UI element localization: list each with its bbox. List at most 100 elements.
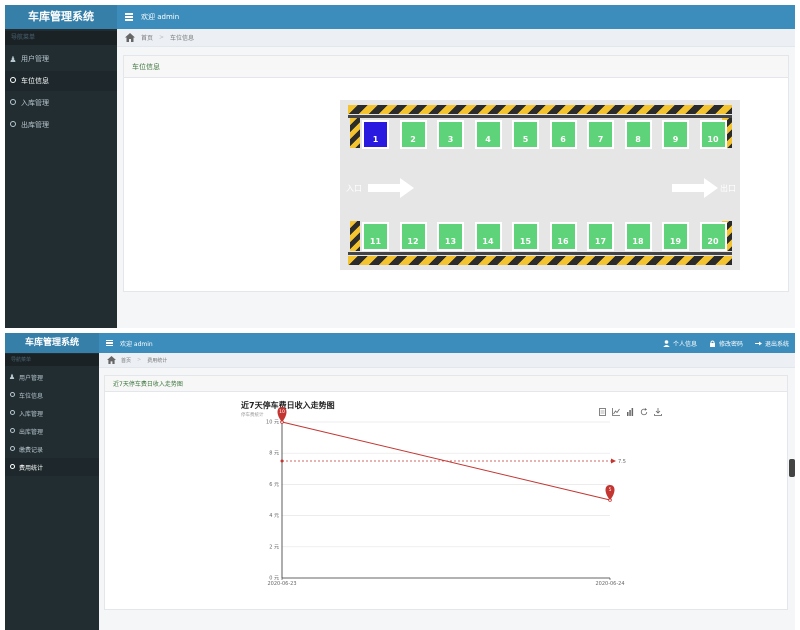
- welcome-text: 欢迎 admin: [120, 340, 153, 348]
- parking-slot[interactable]: 2: [399, 120, 427, 149]
- parking-slot[interactable]: 9: [662, 120, 689, 149]
- parking-slot[interactable]: 16: [549, 222, 577, 251]
- data-view-icon[interactable]: [599, 401, 606, 420]
- nav-header: 导航菜单: [5, 354, 99, 366]
- parking-slot[interactable]: 17: [587, 222, 614, 251]
- sidebar-item-users[interactable]: ♟ 用户管理: [5, 368, 99, 386]
- profile-link[interactable]: 个人信息: [663, 339, 697, 348]
- hazard-stripe-bottom: [348, 256, 732, 265]
- screenshot-parking-info: 车库管理系统 导航菜单 ♟ 用户管理 车位信息 入库管理 出库管理 欢迎 adm…: [5, 5, 795, 328]
- hazard-post: [350, 118, 360, 148]
- sidebar-item-entry[interactable]: 入库管理: [5, 93, 117, 113]
- sidebar-item-exit[interactable]: 出库管理: [5, 422, 99, 440]
- logout-icon: [754, 341, 762, 345]
- home-icon[interactable]: [125, 33, 135, 42]
- parking-slot[interactable]: 3: [437, 120, 464, 149]
- circle-icon: [5, 77, 21, 85]
- parking-slot[interactable]: 8: [624, 120, 652, 149]
- top-links: 个人信息 修改密码 退出系统: [651, 333, 789, 353]
- app-brand[interactable]: 车库管理系统: [5, 5, 117, 29]
- menu-toggle-icon[interactable]: [106, 339, 113, 348]
- parking-slot[interactable]: 1: [362, 120, 389, 149]
- lock-icon: [709, 340, 715, 347]
- exit-label: 出口: [720, 184, 736, 193]
- sidebar-item-label: 用户管理: [21, 55, 49, 63]
- parking-slot[interactable]: 19: [662, 222, 689, 251]
- sidebar-item-label: 出库管理: [19, 428, 44, 436]
- parking-slot[interactable]: 10: [699, 120, 727, 149]
- restore-icon[interactable]: [640, 401, 648, 420]
- sidebar-item-label: 车位信息: [19, 392, 44, 400]
- logout-label: 退出系统: [764, 340, 789, 348]
- menu-toggle-icon[interactable]: [125, 12, 133, 23]
- panel-title: 近7天停车费日收入走势图: [105, 376, 787, 392]
- parking-slot[interactable]: 18: [624, 222, 652, 251]
- circle-icon: [5, 427, 19, 435]
- sidebar-item-parking-info[interactable]: 车位信息: [5, 386, 99, 404]
- parking-slot[interactable]: 12: [399, 222, 427, 251]
- sidebar: 车库管理系统 导航菜单 ♟ 用户管理 车位信息 入库管理 出库管理 缴费记录 费…: [5, 333, 99, 630]
- top-navbar: 欢迎 admin: [117, 5, 795, 29]
- parking-slot[interactable]: 15: [512, 222, 539, 251]
- profile-link-label: 个人信息: [672, 340, 697, 348]
- sidebar-item-label: 出库管理: [21, 121, 49, 129]
- parking-slot[interactable]: 4: [474, 120, 502, 149]
- circle-icon: [5, 445, 19, 453]
- sidebar-item-entry[interactable]: 入库管理: [5, 404, 99, 422]
- chart-subtitle: 停车费统计: [241, 413, 264, 418]
- sidebar-item-label: 缴费记录: [19, 446, 44, 454]
- sidebar-item-label: 车位信息: [21, 77, 49, 85]
- welcome-text: 欢迎 admin: [141, 13, 180, 21]
- parking-slot[interactable]: 7: [587, 120, 614, 149]
- hazard-stripe-top: [348, 105, 732, 114]
- breadcrumb-home[interactable]: 首页: [121, 357, 131, 364]
- home-icon[interactable]: [107, 356, 116, 364]
- bar-chart-icon[interactable]: [626, 401, 634, 420]
- app-brand[interactable]: 车库管理系统: [5, 333, 99, 353]
- entrance-arrow-icon: [368, 178, 414, 198]
- circle-icon: [5, 121, 21, 129]
- sidebar-item-label: 费用统计: [19, 464, 44, 472]
- sidebar: 车库管理系统 导航菜单 ♟ 用户管理 车位信息 入库管理 出库管理: [5, 5, 117, 328]
- chart-title: 近7天停车费日收入走势图: [241, 401, 335, 410]
- screenshot-fee-statistics: 车库管理系统 导航菜单 ♟ 用户管理 车位信息 入库管理 出库管理 缴费记录 费…: [5, 333, 795, 630]
- sidebar-item-fee-statistics[interactable]: 费用统计: [5, 458, 99, 476]
- divider: [348, 115, 732, 118]
- save-image-icon[interactable]: [654, 401, 662, 420]
- breadcrumb: 首页 > 车位信息: [117, 29, 795, 47]
- change-password-link[interactable]: 修改密码: [709, 339, 743, 348]
- parking-slot[interactable]: 11: [362, 222, 389, 251]
- parking-lot: 1 2 3 4 5 6 7 8 9 10 11 12 13 14 15 16 17 18 19 20 入口 出口: [340, 100, 740, 270]
- exit-arrow-icon: [672, 178, 718, 198]
- parking-slot[interactable]: 5: [512, 120, 539, 149]
- divider: [348, 252, 732, 255]
- chart-panel: 近7天停车费日收入走势图: [104, 375, 788, 610]
- sidebar-item-users[interactable]: ♟ 用户管理: [5, 49, 117, 69]
- user-icon: ♟: [8, 373, 16, 381]
- breadcrumb-separator: >: [137, 357, 142, 363]
- breadcrumb-separator: >: [159, 34, 165, 41]
- parking-slot[interactable]: 14: [474, 222, 502, 251]
- entrance-label: 入口: [346, 184, 362, 193]
- top-navbar: 欢迎 admin 个人信息 修改密码 退出系统: [99, 333, 795, 353]
- breadcrumb-current: 车位信息: [170, 35, 195, 42]
- parking-slot[interactable]: 13: [437, 222, 464, 251]
- circle-icon: [5, 391, 19, 399]
- parking-slot[interactable]: 20: [699, 222, 727, 251]
- sidebar-item-exit[interactable]: 出库管理: [5, 115, 117, 135]
- side-scroll-handle[interactable]: [789, 459, 795, 477]
- circle-icon: [5, 463, 19, 471]
- line-chart-icon[interactable]: [612, 401, 620, 420]
- user-icon: [663, 339, 670, 347]
- circle-icon: [5, 99, 21, 107]
- parking-slot[interactable]: 6: [549, 120, 577, 149]
- nav-header: 导航菜单: [5, 31, 117, 45]
- breadcrumb: 首页 > 费用统计: [99, 353, 795, 368]
- chart-toolbox: [593, 401, 662, 420]
- logout-link[interactable]: 退出系统: [754, 339, 789, 348]
- change-password-label: 修改密码: [718, 340, 743, 348]
- breadcrumb-current: 费用统计: [147, 357, 168, 364]
- sidebar-item-payments[interactable]: 缴费记录: [5, 440, 99, 458]
- sidebar-item-parking-info[interactable]: 车位信息: [5, 71, 117, 91]
- breadcrumb-home[interactable]: 首页: [141, 33, 153, 42]
